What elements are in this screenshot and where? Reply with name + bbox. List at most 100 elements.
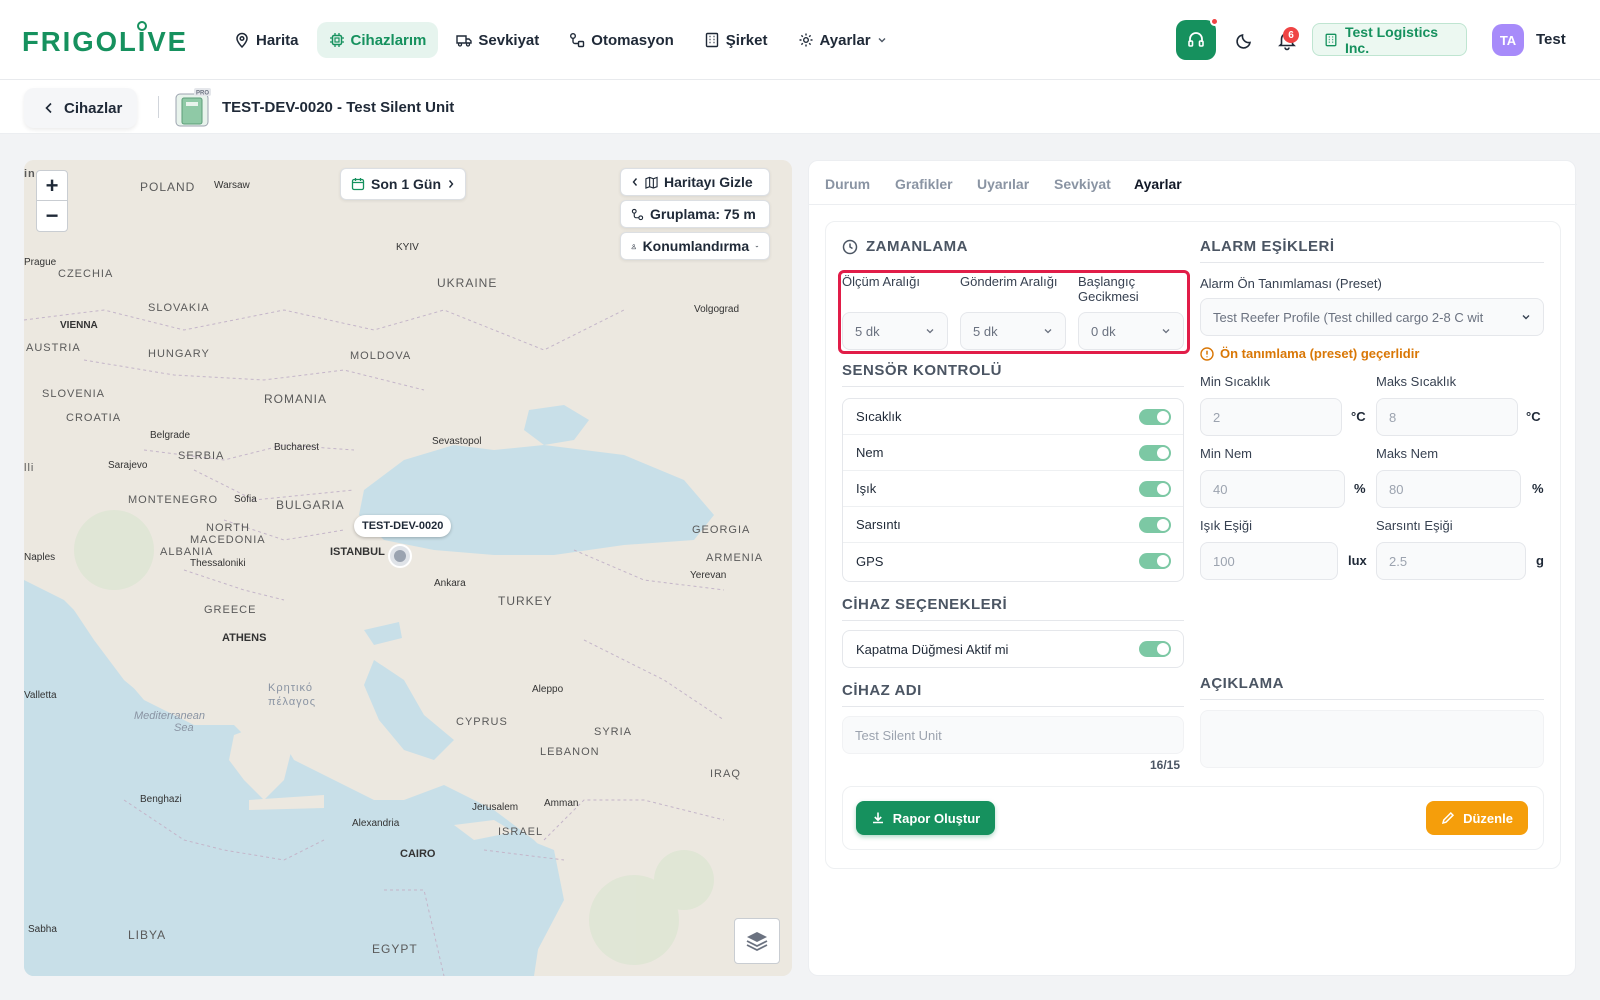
back-to-devices-button[interactable]: Cihazlar <box>24 88 137 128</box>
edit-button[interactable]: Düzenle <box>1426 801 1528 835</box>
hide-map-button[interactable]: Haritayı Gizle <box>620 168 770 196</box>
sensor-row-nem: Nem <box>843 435 1183 471</box>
device-location-marker[interactable] <box>390 546 410 566</box>
map-label: Thessaloniki <box>190 558 246 569</box>
device-map[interactable]: ino POLAND Warsaw KYIV UKRAINE CZECHIA P… <box>24 160 792 976</box>
map-label: Volgograd <box>694 304 740 315</box>
tab-uyarilar[interactable]: Uyarılar <box>977 176 1029 192</box>
map-label: GREECE <box>204 604 257 616</box>
map-label: ROMANIA <box>264 392 328 406</box>
device-options-list: Kapatma Düğmesi Aktif mi <box>842 630 1184 668</box>
sensor-toggle-isik[interactable] <box>1139 481 1171 497</box>
company-name: Test Logistics Inc. <box>1344 23 1439 56</box>
theme-toggle[interactable] <box>1234 29 1256 51</box>
sensor-label: Işık <box>856 481 877 496</box>
power-button-label: Kapatma Düğmesi Aktif mi <box>856 641 1009 657</box>
top-navigation: FRIGOLIVE Harita Cihazlarım Sevkiyat Oto… <box>0 0 1600 80</box>
support-button[interactable] <box>1176 17 1219 60</box>
sensor-toggle-sarsinti[interactable] <box>1139 517 1171 533</box>
back-label: Cihazlar <box>64 99 123 117</box>
map-label: Aleppo <box>532 684 564 695</box>
sensor-label: GPS <box>856 553 884 569</box>
scheduling-highlight <box>838 270 1190 354</box>
preset-warning: Ön tanımlama (preset) geçerlidir <box>1200 346 1419 361</box>
sensor-toggle-nem[interactable] <box>1139 445 1171 461</box>
light-threshold-input[interactable]: 100 <box>1200 542 1338 580</box>
sensor-row-isik: Işık <box>843 471 1183 507</box>
map-label: POLAND <box>140 180 196 194</box>
min-hum-input[interactable]: 40 <box>1200 470 1345 508</box>
positioning-dropdown[interactable]: Konumlandırma <box>620 232 770 260</box>
sensor-toggle-gps[interactable] <box>1139 553 1171 569</box>
preset-select[interactable]: Test Reefer Profile (Test chilled cargo … <box>1200 298 1544 336</box>
sensor-toggle-sicaklik[interactable] <box>1139 409 1171 425</box>
map-pin-icon <box>236 32 248 48</box>
nav-sevkiyat[interactable]: Sevkiyat <box>444 22 551 58</box>
tab-sevkiyat[interactable]: Sevkiyat <box>1054 176 1111 192</box>
edit-label: Düzenle <box>1463 810 1513 826</box>
chevron-left-icon <box>45 102 52 114</box>
map-label: Prague <box>24 257 57 268</box>
hum-unit: % <box>1354 481 1366 496</box>
device-name-counter: 16/15 <box>1150 758 1181 772</box>
description-title: AÇIKLAMA <box>1200 675 1284 692</box>
building-icon <box>1325 33 1337 46</box>
chevron-down-icon <box>878 38 886 43</box>
zoom-in-button[interactable]: + <box>37 171 67 201</box>
map-label: Valletta <box>24 690 57 701</box>
company-selector[interactable]: Test Logistics Inc. <box>1312 23 1467 56</box>
chevron-left-icon <box>632 178 638 186</box>
layers-icon <box>746 932 768 952</box>
power-button-toggle[interactable] <box>1139 641 1171 657</box>
gear-icon <box>799 33 812 47</box>
frigolive-logo[interactable]: FRIGOLIVE <box>22 20 192 60</box>
truck-icon <box>456 35 473 47</box>
device-name-input[interactable]: Test Silent Unit <box>842 716 1184 754</box>
main-menu: Harita Cihazlarım Sevkiyat Otomasyon Şir… <box>222 22 899 58</box>
min-temp-input[interactable]: 2 <box>1200 398 1342 436</box>
grouping-icon <box>631 208 644 220</box>
building-icon <box>705 32 718 48</box>
pencil-icon <box>1442 811 1455 825</box>
nav-sevkiyat-label: Sevkiyat <box>478 31 540 49</box>
tab-durum[interactable]: Durum <box>825 176 870 192</box>
map-label: MONTENEGRO <box>128 494 219 506</box>
user-name[interactable]: Test <box>1536 31 1566 48</box>
calendar-icon <box>351 178 365 191</box>
device-thumbnail: PRO <box>174 88 212 128</box>
date-range-selector[interactable]: Son 1 Gün <box>340 168 466 200</box>
layers-button[interactable] <box>734 918 780 964</box>
map-label: Κρητικό <box>268 682 313 694</box>
create-report-label: Rapor Oluştur <box>892 810 981 826</box>
grouping-control[interactable]: Gruplama: 75 m <box>620 200 770 228</box>
support-notification-dot <box>1210 17 1219 26</box>
map-label: BULGARIA <box>276 498 345 512</box>
map-label: ISTANBUL <box>330 546 385 558</box>
shock-threshold-label: Sarsıntı Eşiği <box>1376 518 1453 533</box>
shock-threshold-input[interactable]: 2.5 <box>1376 542 1526 580</box>
chevron-down-icon <box>1522 315 1530 320</box>
create-report-button[interactable]: Rapor Oluştur <box>856 801 995 835</box>
zoom-out-button[interactable]: − <box>37 201 67 231</box>
tab-grafikler[interactable]: Grafikler <box>895 176 953 192</box>
tab-ayarlar[interactable]: Ayarlar <box>1134 176 1182 192</box>
nav-ayarlar[interactable]: Ayarlar <box>786 22 899 58</box>
device-options-title: CİHAZ SEÇENEKLERİ <box>842 596 1008 613</box>
svg-text:FRIGOLIVE: FRIGOLIVE <box>22 26 188 57</box>
map-label: NORTH <box>206 522 250 534</box>
max-hum-input[interactable]: 80 <box>1376 470 1521 508</box>
sensor-list: Sıcaklık Nem Işık Sarsıntı GPS <box>842 398 1184 582</box>
nav-sirket[interactable]: Şirket <box>692 22 780 58</box>
nav-harita[interactable]: Harita <box>222 22 311 58</box>
user-avatar[interactable]: TA <box>1492 24 1524 56</box>
temp-unit: °C <box>1526 409 1541 424</box>
nav-cihazlarim[interactable]: Cihazlarım <box>316 22 439 58</box>
divider <box>158 96 159 118</box>
nav-otomasyon[interactable]: Otomasyon <box>557 22 686 58</box>
max-temp-label: Maks Sıcaklık <box>1376 374 1457 389</box>
description-textarea[interactable] <box>1200 710 1544 768</box>
light-threshold-label: Işık Eşiği <box>1200 518 1253 533</box>
device-pro-badge: PRO <box>196 91 209 97</box>
map-label: ATHENS <box>222 632 267 644</box>
max-temp-input[interactable]: 8 <box>1376 398 1518 436</box>
